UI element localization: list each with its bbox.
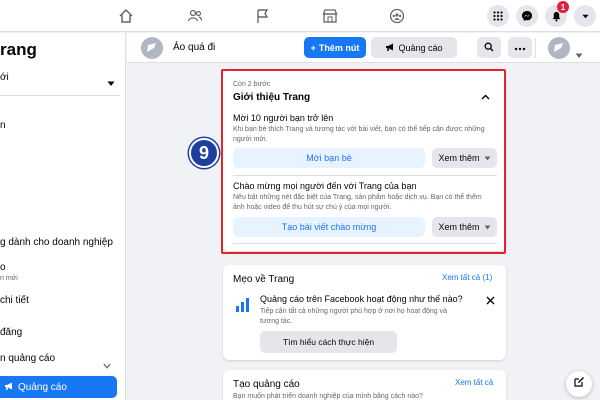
tips-see-all-link[interactable]: Xem tất cả (1) [442,273,492,282]
sidebar-item-business-tools[interactable]: g dành cho doanh nghiệp [0,237,113,248]
create-ad-description: Bạn muốn phát triển doanh nghiệp của mìn… [233,393,423,400]
page-name[interactable]: Ảo quá đi [173,42,215,53]
tip-title: Quảng cáo trên Facebook hoạt động như th… [260,294,463,304]
left-sidebar: rang ới n g dành cho doanh nghiệp o n mớ… [0,33,126,400]
notification-count-badge: 1 [557,1,569,13]
new-message-button[interactable] [566,371,592,397]
promote-button-label: Quảng cáo [398,42,443,53]
sidebar-promote-label: Quảng cáo [18,381,67,393]
account-menu-chevron-icon[interactable] [574,5,596,27]
sidebar-item-insights[interactable]: chi tiết [0,295,29,306]
header-divider [535,38,536,58]
tips-card-title: Mẹo về Trang [233,274,295,285]
highlight-box [221,69,506,254]
megaphone-icon [385,42,395,54]
page-avatar[interactable] [141,37,163,59]
sidebar-page-title: rang [0,40,37,59]
page-switcher-avatar[interactable] [548,37,570,59]
sidebar-item-ad-center[interactable]: n quảng cáo [0,353,55,364]
chevron-down-icon[interactable] [575,46,583,64]
close-icon[interactable] [486,292,495,310]
home-icon[interactable] [116,6,136,26]
plus-icon: + [310,42,316,53]
sidebar-item-inbox-sub: n mới [0,275,18,282]
top-navigation-bar: 1 [0,0,600,32]
page-tips-card: Mẹo về Trang Xem tất cả (1) Quảng cáo tr… [223,265,506,360]
learn-how-button[interactable]: Tìm hiểu cách thực hiện [260,331,397,353]
compose-icon [573,375,585,393]
ads-see-all-link[interactable]: Xem tất cả [455,378,493,387]
friends-icon[interactable] [185,6,205,26]
search-icon [484,42,494,54]
sidebar-item-publishing[interactable]: đăng [0,327,22,338]
sidebar-item-page-selector[interactable]: ới [0,72,9,83]
bar-chart-icon [233,296,251,314]
sidebar-item-inbox[interactable]: o [0,262,6,273]
create-ad-title: Tạo quảng cáo [233,379,300,390]
groups-icon[interactable] [387,6,407,26]
step-number-badge: 9 [189,138,219,168]
chevron-down-icon[interactable] [103,356,111,374]
promote-button[interactable]: Quảng cáo [371,37,457,58]
more-options-button[interactable] [508,37,532,58]
sidebar-item-home[interactable]: n [0,120,6,131]
add-button[interactable]: + Thêm nút [304,37,366,58]
create-ad-card: Tạo quảng cáo Xem tất cả Bạn muốn phát t… [223,370,506,400]
chevron-down-icon[interactable] [107,74,115,92]
menu-grid-icon[interactable] [487,5,509,27]
sidebar-promote-button[interactable]: Quảng cáo [0,376,117,398]
megaphone-icon [4,381,14,394]
more-dots-icon [514,43,526,53]
tip-description: Tiếp cận tất cả những người phù hợp ở nơ… [260,308,448,325]
page-header: Ảo quá đi + Thêm nút Quảng cáo [127,33,600,63]
add-button-label: Thêm nút [318,42,360,53]
messenger-icon[interactable] [516,5,538,27]
flag-icon[interactable] [253,6,273,26]
sidebar-divider [0,95,120,96]
search-button[interactable] [477,37,501,58]
marketplace-icon[interactable] [320,6,340,26]
